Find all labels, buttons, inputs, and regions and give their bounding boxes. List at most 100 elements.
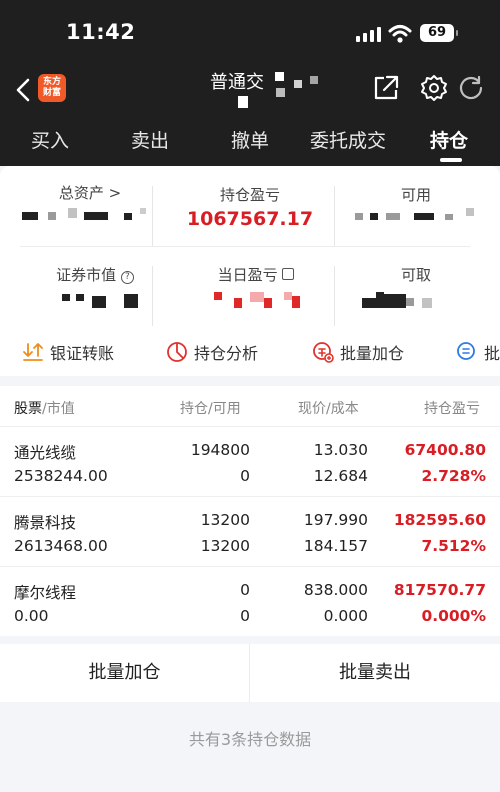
- share-external-icon[interactable]: [372, 74, 400, 102]
- app-logo: 东方 财富: [38, 74, 66, 102]
- stock-market-value: 2613468.00: [14, 537, 108, 555]
- daily-pnl-mosaic: [284, 292, 292, 300]
- current-price: 197.990: [303, 511, 368, 529]
- bank-transfer-button[interactable]: 银证转账: [22, 340, 114, 364]
- available-mosaic: [370, 213, 378, 220]
- current-price: 13.030: [313, 441, 368, 459]
- column-header-stock[interactable]: 股票/市值: [14, 398, 75, 418]
- position-pnl-pct: 2.728%: [421, 467, 486, 485]
- market-value-mosaic: [92, 296, 106, 308]
- transfer-icon: [23, 343, 43, 361]
- market-value-header-label: /市值: [42, 401, 75, 417]
- withdrawable-mosaic: [376, 292, 384, 308]
- stock-name: 摩尔线程: [14, 584, 77, 602]
- pie-chart-icon: [167, 342, 187, 362]
- withdrawable-label: 可取: [400, 266, 431, 284]
- position-qty: 0: [240, 581, 250, 599]
- daily-pnl-label-text: 当日盈亏: [217, 266, 278, 284]
- wifi-icon: [388, 25, 412, 43]
- batch-add-button[interactable]: 批量加仓: [0, 644, 249, 702]
- batch-sell-button[interactable]: 批量卖出: [250, 644, 500, 702]
- divider: [334, 186, 335, 246]
- table-header: 股票/市值 持仓/可用 现价/成本 持仓盈亏: [0, 386, 500, 426]
- bank-transfer-label: 银证转账: [50, 344, 115, 363]
- available-mosaic: [355, 213, 363, 220]
- stock-header-label: 股票: [14, 401, 42, 417]
- daily-pnl-mosaic: [292, 296, 300, 308]
- withdrawable-mosaic: [384, 294, 406, 308]
- back-arrow-icon[interactable]: [12, 76, 36, 104]
- current-price: 838.000: [303, 581, 368, 599]
- withdrawable-mosaic: [422, 298, 432, 308]
- divider: [152, 186, 153, 246]
- account-name-mosaic: [238, 96, 248, 108]
- account-name-mosaic: [294, 80, 302, 88]
- position-analysis-button[interactable]: 持仓分析: [166, 340, 258, 364]
- holdings-table: 股票/市值 持仓/可用 现价/成本 持仓盈亏 通光线缆 2538244.00 1…: [0, 386, 500, 636]
- market-value-mosaic: [124, 294, 138, 308]
- tab-positions[interactable]: 持仓: [430, 126, 468, 153]
- market-value-label[interactable]: 证券市值 ?: [40, 264, 150, 285]
- status-bar: 11:42 69: [0, 0, 500, 66]
- external-link-icon[interactable]: [282, 268, 295, 280]
- table-row[interactable]: 摩尔线程 0.00 0 0 838.000 0.000 817570.77 0.…: [0, 566, 500, 636]
- account-title[interactable]: 普通交: [210, 68, 264, 94]
- batch-add-action[interactable]: 批量加仓: [312, 340, 404, 364]
- total-assets-mosaic: [22, 212, 38, 220]
- available-label: 可用: [400, 186, 431, 204]
- divider: [334, 266, 335, 326]
- holdings-count-note: 共有3条持仓数据: [188, 730, 312, 749]
- market-value-label-text: 证券市值: [56, 266, 117, 284]
- market-value-mosaic: [62, 294, 70, 301]
- daily-pnl-mosaic: [264, 298, 272, 308]
- total-assets-mosaic: [68, 208, 77, 218]
- available-mosaic: [414, 213, 434, 220]
- account-name-mosaic: [310, 76, 318, 84]
- active-tab-indicator: [440, 158, 462, 162]
- position-pnl-pct: 7.512%: [421, 537, 486, 555]
- position-pnl-label: 持仓盈亏: [219, 186, 280, 204]
- column-header-price[interactable]: 现价/成本: [298, 398, 359, 418]
- daily-pnl-label[interactable]: 当日盈亏: [196, 264, 316, 285]
- position-analysis-label: 持仓分析: [194, 344, 259, 363]
- total-assets-label[interactable]: 总资产 >: [40, 182, 140, 203]
- cost-price: 0.000: [323, 607, 368, 625]
- table-row[interactable]: 腾景科技 2613468.00 13200 13200 197.990 184.…: [0, 496, 500, 566]
- tab-sell[interactable]: 卖出: [131, 126, 169, 153]
- cost-price: 184.157: [303, 537, 368, 555]
- app-header: 11:42 69 东方 财富 普通交 买入 卖出 撤单 委托成交 持仓: [0, 0, 500, 166]
- table-row[interactable]: 通光线缆 2538244.00 194800 0 13.030 12.684 6…: [0, 426, 500, 496]
- stock-name: 通光线缆: [14, 444, 77, 462]
- refresh-icon[interactable]: [457, 74, 485, 102]
- battery-indicator: 69: [420, 24, 458, 42]
- position-pnl-value: 1067567.17: [186, 208, 314, 230]
- position-qty: 194800: [190, 441, 250, 459]
- position-qty: 13200: [200, 511, 250, 529]
- cost-price: 12.684: [313, 467, 368, 485]
- tab-orders[interactable]: 委托成交: [310, 126, 386, 153]
- tab-buy[interactable]: 买入: [31, 126, 69, 153]
- cellular-signal-icon: [356, 27, 381, 42]
- batch-more-action[interactable]: 批量: [456, 340, 500, 364]
- tab-cancel[interactable]: 撤单: [231, 126, 269, 153]
- total-assets-mosaic: [124, 213, 132, 220]
- batch-more-action-label: 批量: [484, 344, 500, 363]
- help-icon[interactable]: ?: [120, 271, 134, 284]
- bottom-button-bar: 批量加仓 批量卖出: [0, 644, 500, 702]
- column-header-position[interactable]: 持仓/可用: [180, 398, 241, 418]
- divider: [20, 246, 470, 247]
- column-header-pnl[interactable]: 持仓盈亏: [424, 398, 480, 418]
- available-qty: 0: [240, 467, 250, 485]
- available-qty: 0: [240, 607, 250, 625]
- total-assets-mosaic: [140, 208, 146, 214]
- position-pnl: 182595.60: [393, 511, 486, 529]
- status-time: 11:42: [66, 20, 136, 44]
- daily-pnl-mosaic: [250, 292, 264, 302]
- position-pnl: 67400.80: [404, 441, 486, 459]
- coin-add-icon: [313, 342, 334, 363]
- total-assets-mosaic: [84, 212, 108, 220]
- stock-name: 腾景科技: [14, 514, 77, 532]
- position-pnl: 817570.77: [393, 581, 486, 599]
- gear-icon[interactable]: [420, 74, 448, 102]
- account-name-mosaic: [275, 72, 284, 81]
